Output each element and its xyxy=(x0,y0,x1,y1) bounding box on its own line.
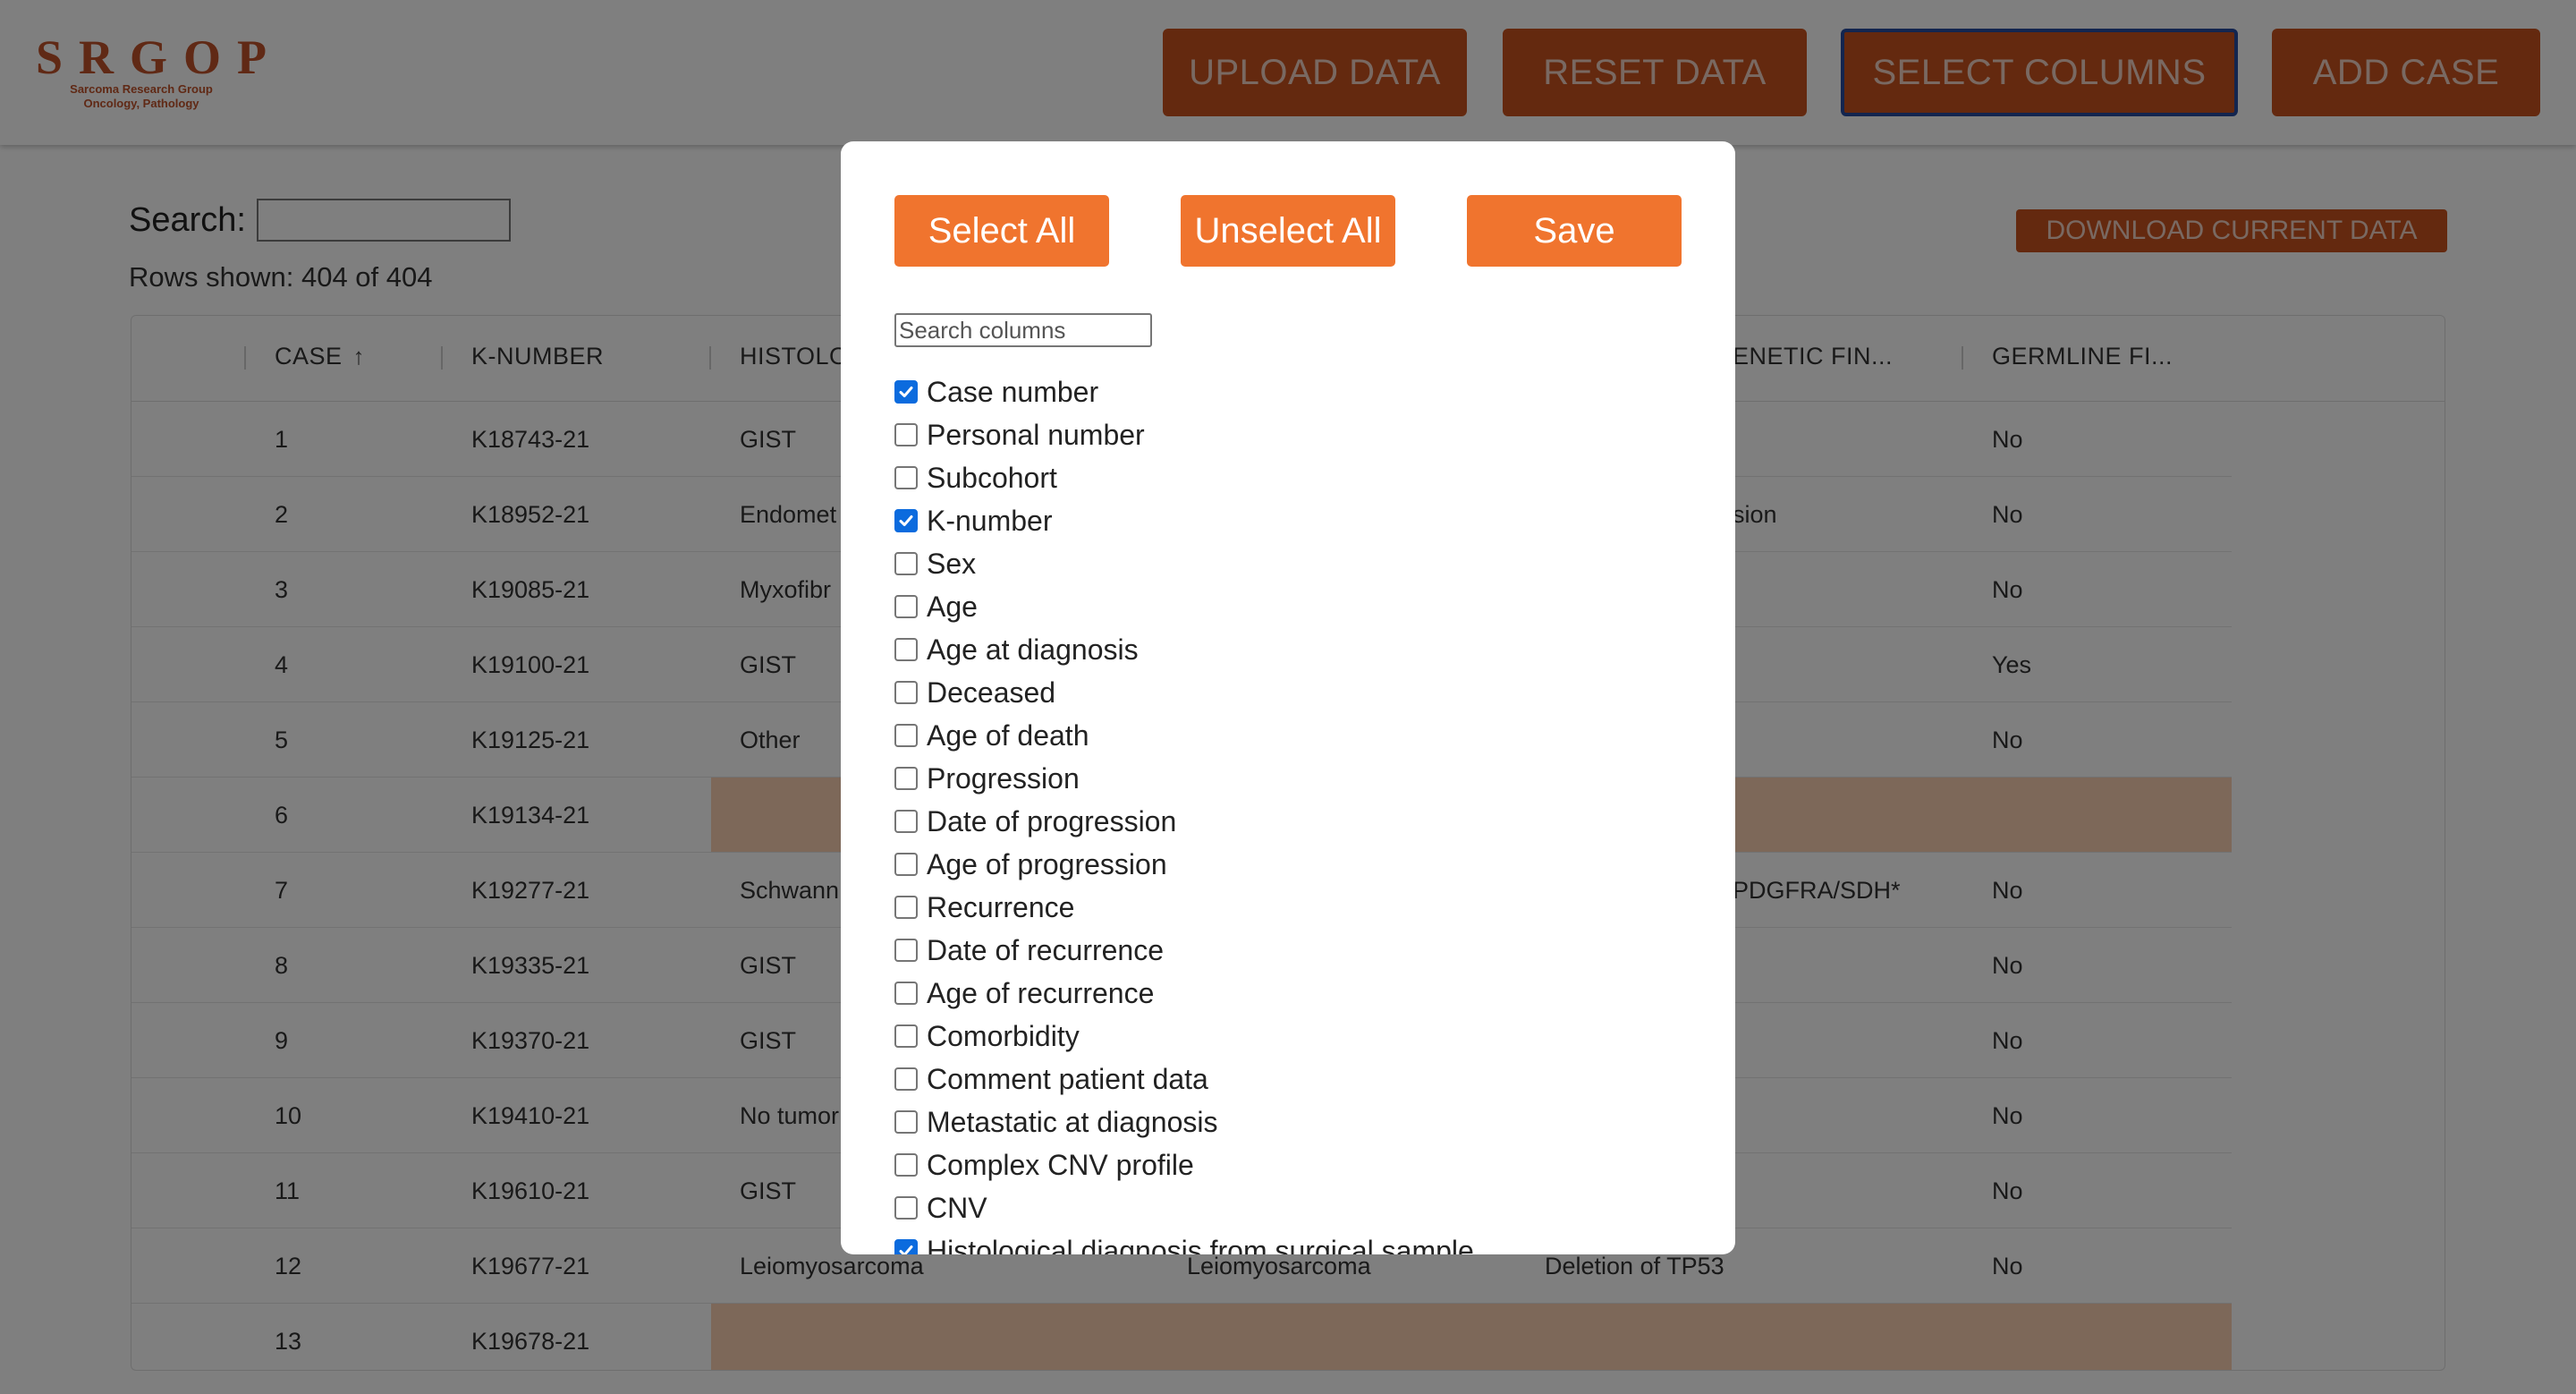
search-columns-input[interactable] xyxy=(894,313,1152,347)
column-option-label: Comment patient data xyxy=(927,1062,1208,1095)
column-option-label: Personal number xyxy=(927,418,1145,451)
column-option[interactable]: Deceased xyxy=(894,671,1699,714)
checkbox-icon[interactable] xyxy=(894,552,918,575)
column-option[interactable]: Age of death xyxy=(894,714,1699,757)
checkbox-icon[interactable] xyxy=(894,939,918,962)
column-option[interactable]: Complex CNV profile xyxy=(894,1143,1699,1186)
checkbox-checked-icon[interactable] xyxy=(894,1239,918,1254)
checkbox-icon[interactable] xyxy=(894,982,918,1005)
column-option-label: Age at diagnosis xyxy=(927,633,1139,666)
column-option-label: Age of death xyxy=(927,718,1089,752)
column-option[interactable]: Age of recurrence xyxy=(894,972,1699,1015)
column-option-label: Age of progression xyxy=(927,847,1167,880)
column-option[interactable]: Personal number xyxy=(894,413,1699,456)
checkbox-icon[interactable] xyxy=(894,767,918,790)
column-option-label: Subcohort xyxy=(927,461,1057,494)
checkbox-icon[interactable] xyxy=(894,1110,918,1134)
checkbox-icon[interactable] xyxy=(894,724,918,747)
columns-checklist: Case number Personal number Subcohort K-num… xyxy=(894,370,1699,1254)
column-option[interactable]: Date of recurrence xyxy=(894,929,1699,972)
column-option[interactable]: Age of progression xyxy=(894,843,1699,886)
column-option-label: Date of recurrence xyxy=(927,933,1165,966)
column-option-label: Recurrence xyxy=(927,890,1075,923)
column-option-label: Complex CNV profile xyxy=(927,1148,1194,1181)
column-option[interactable]: Recurrence xyxy=(894,886,1699,929)
checkbox-icon[interactable] xyxy=(894,638,918,661)
save-button[interactable]: Save xyxy=(1467,195,1682,267)
column-option[interactable]: Progression xyxy=(894,757,1699,800)
column-option-label: Metastatic at diagnosis xyxy=(927,1105,1218,1138)
column-option[interactable]: Metastatic at diagnosis xyxy=(894,1101,1699,1143)
column-option[interactable]: Date of progression xyxy=(894,800,1699,843)
column-option-label: Histological diagnosis from surgical sam… xyxy=(927,1234,1474,1255)
checkbox-icon[interactable] xyxy=(894,466,918,489)
column-option-label: Age of recurrence xyxy=(927,976,1155,1009)
checkbox-icon[interactable] xyxy=(894,1153,918,1177)
column-option-label: Deceased xyxy=(927,676,1056,709)
column-option-label: Case number xyxy=(927,375,1099,408)
column-option[interactable]: Subcohort xyxy=(894,456,1699,499)
select-all-button[interactable]: Select All xyxy=(894,195,1109,267)
column-option[interactable]: Case number xyxy=(894,370,1699,413)
select-columns-modal: Select All Unselect All Save Case number… xyxy=(841,141,1735,1254)
column-option-label: Comorbidity xyxy=(927,1019,1080,1052)
checkbox-checked-icon[interactable] xyxy=(894,380,918,404)
column-option[interactable]: Sex xyxy=(894,542,1699,585)
column-option[interactable]: Comment patient data xyxy=(894,1058,1699,1101)
checkbox-icon[interactable] xyxy=(894,1196,918,1220)
column-option-label: Sex xyxy=(927,547,977,580)
checkbox-icon[interactable] xyxy=(894,681,918,704)
checkbox-icon[interactable] xyxy=(894,896,918,919)
checkbox-checked-icon[interactable] xyxy=(894,509,918,532)
checkbox-icon[interactable] xyxy=(894,810,918,833)
column-option[interactable]: Histological diagnosis from surgical sam… xyxy=(894,1229,1699,1254)
column-option-label: Date of progression xyxy=(927,804,1177,837)
checkbox-icon[interactable] xyxy=(894,1067,918,1091)
column-option[interactable]: K-number xyxy=(894,499,1699,542)
column-option-label: K-number xyxy=(927,504,1053,537)
column-option[interactable]: Age at diagnosis xyxy=(894,628,1699,671)
checkbox-icon[interactable] xyxy=(894,853,918,876)
app-page: SRGOP Sarcoma Research Group Oncology, P… xyxy=(0,0,2576,1394)
checkbox-icon[interactable] xyxy=(894,423,918,446)
column-option[interactable]: CNV xyxy=(894,1186,1699,1229)
checkbox-icon[interactable] xyxy=(894,1024,918,1048)
unselect-all-button[interactable]: Unselect All xyxy=(1181,195,1395,267)
column-option[interactable]: Comorbidity xyxy=(894,1015,1699,1058)
column-option[interactable]: Age xyxy=(894,585,1699,628)
column-option-label: Age xyxy=(927,590,978,623)
checkbox-icon[interactable] xyxy=(894,595,918,618)
column-option-label: Progression xyxy=(927,761,1080,795)
column-option-label: CNV xyxy=(927,1191,987,1224)
